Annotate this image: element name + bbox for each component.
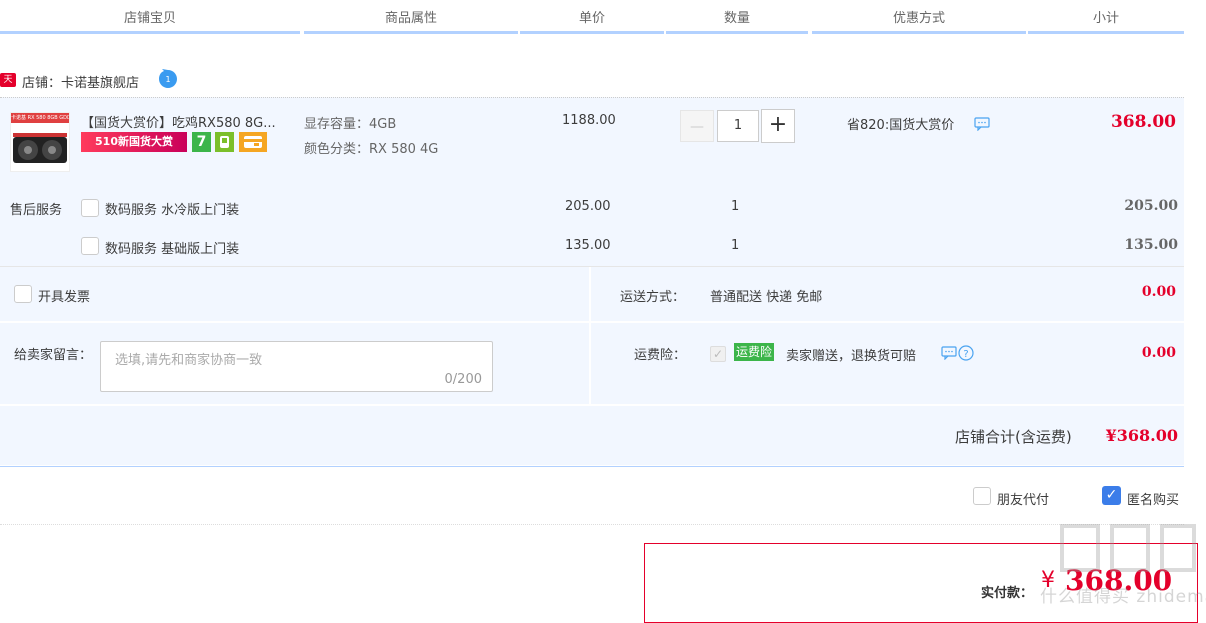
- product-title[interactable]: 【国货大赏价】吃鸡RX580 8G...: [81, 112, 301, 131]
- message-label: 给卖家留言：: [14, 348, 93, 363]
- guarantee-icon: [215, 132, 234, 152]
- friend-pay-checkbox[interactable]: [973, 487, 991, 505]
- service-2-qty: 1: [731, 238, 740, 253]
- service-2-name: 数码服务 基础版上门装: [105, 242, 240, 257]
- product-thumbnail[interactable]: 卡诺基 RX 580 8GB GDDR5: [10, 112, 70, 172]
- attr-capacity: 显存容量：4GB: [304, 113, 396, 132]
- insurance-cost: 0.00: [1141, 345, 1176, 361]
- service-1-checkbox[interactable]: [81, 199, 99, 217]
- insurance-tag: 运费险: [734, 343, 775, 361]
- attr-color-label: 颜色分类：: [304, 142, 370, 157]
- chat-bubble-icon[interactable]: 1: [158, 69, 178, 93]
- service-1-subtotal: 205.00: [1124, 198, 1178, 214]
- anonymous-checkbox[interactable]: ✓: [1102, 486, 1121, 505]
- credit-card-icon: [239, 132, 267, 152]
- pay-currency: ¥: [1041, 568, 1055, 593]
- message-counter: 0/200: [444, 372, 482, 387]
- item-subtotal: 368.00: [1110, 112, 1176, 132]
- attr-capacity-label: 显存容量：: [304, 117, 370, 132]
- header-quantity: 数量: [723, 11, 750, 26]
- insurance-label: 运费险：: [634, 348, 687, 363]
- shop-total-label: 店铺合计(含运费): [955, 428, 1072, 446]
- friend-pay-label[interactable]: 朋友代付: [997, 489, 1049, 508]
- header-shop-items: 店铺宝贝: [123, 11, 176, 26]
- tmall-badge: 天猫: [0, 73, 16, 87]
- pay-label: 实付款：: [981, 586, 1034, 601]
- shipping-cost: 0.00: [1141, 284, 1176, 300]
- discount-chat-icon[interactable]: [974, 117, 990, 135]
- attr-capacity-value: 4GB: [369, 117, 397, 132]
- service-1-price: 205.00: [565, 199, 611, 214]
- header-subtotal: 小计: [1092, 11, 1119, 26]
- service-1-name: 数码服务 水冷版上门装: [105, 203, 240, 218]
- after-sales-label: 售后服务: [10, 203, 63, 218]
- invoice-checkbox[interactable]: [14, 285, 32, 303]
- payment-box: 实付款： ¥ 368.00: [644, 543, 1198, 623]
- quantity-input[interactable]: 1: [717, 110, 759, 142]
- svg-text:?: ?: [963, 349, 968, 360]
- gpu-image: [13, 133, 67, 163]
- attr-color-value: RX 580 4G: [369, 142, 439, 157]
- service-2-price: 135.00: [565, 238, 611, 253]
- insurance-desc: 卖家赠送，退换货可赔: [786, 349, 917, 364]
- quantity-increase-button[interactable]: +: [761, 109, 795, 143]
- header-attributes: 商品属性: [384, 11, 437, 26]
- shop-total-value: ¥368.00: [1105, 426, 1178, 445]
- shop-row: 天猫 店铺：卡诺基旗舰店 1: [0, 66, 300, 96]
- service-2-subtotal: 135.00: [1124, 237, 1178, 253]
- service-2-checkbox[interactable]: [81, 237, 99, 255]
- message-field[interactable]: 选填,请先和商家协商一致 0/200: [100, 341, 493, 392]
- shop-name[interactable]: 店铺：卡诺基旗舰店: [22, 72, 139, 91]
- svg-text:1: 1: [165, 75, 170, 84]
- header-unit-price: 单价: [578, 11, 605, 26]
- service-1-qty: 1: [731, 199, 740, 214]
- insurance-checkbox: ✓: [710, 346, 726, 362]
- shipping-label: 运送方式：: [620, 290, 686, 305]
- header-discount: 优惠方式: [892, 11, 945, 26]
- shipping-method[interactable]: 普通配送 快递 免邮: [710, 286, 822, 305]
- invoice-label[interactable]: 开具发票: [38, 286, 90, 305]
- insurance-chat-icon[interactable]: [941, 346, 957, 364]
- pay-amount: 368.00: [1065, 564, 1173, 597]
- unit-price: 1188.00: [562, 113, 616, 128]
- promo-banner: 510新国货大赏: [81, 132, 187, 152]
- thumb-caption: 卡诺基 RX 580 8GB GDDR5: [11, 113, 69, 123]
- discount-text: 省820:国货大赏价: [847, 118, 955, 133]
- seven-day-return-icon: 7: [192, 132, 211, 152]
- quantity-decrease-button[interactable]: —: [680, 110, 714, 142]
- message-placeholder: 选填,请先和商家协商一致: [115, 353, 263, 368]
- attr-color: 颜色分类：RX 580 4G: [304, 138, 438, 157]
- help-icon[interactable]: ?: [958, 345, 974, 365]
- anonymous-label[interactable]: 匿名购买: [1127, 489, 1179, 508]
